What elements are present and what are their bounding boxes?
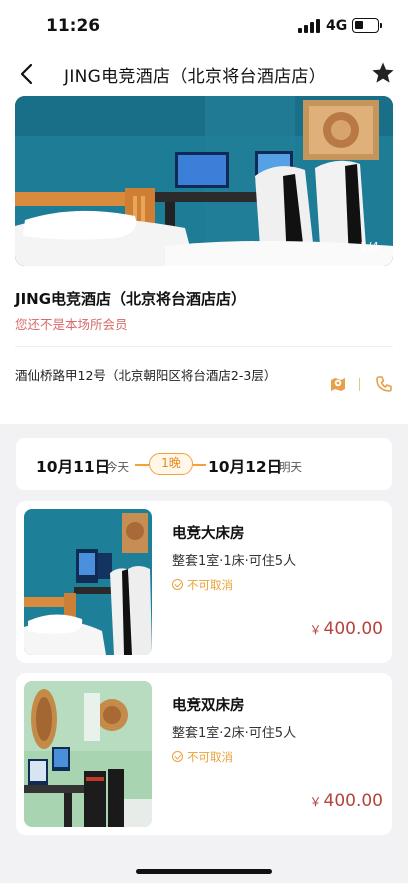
check-in-tag: 今天 [106,460,129,474]
member-status-note: 您还不是本场所会员 [15,317,128,332]
divider [135,464,149,466]
network-type: 4G [326,18,348,34]
price-value: 400.00 [323,619,383,639]
price-value: 400.00 [323,791,383,811]
photo-counter: 1/4 [359,240,379,254]
back-button[interactable] [14,60,42,88]
divider [359,378,360,391]
hotel-photo-carousel[interactable]: 1/4 [15,96,393,266]
cancellation-text: 不可取消 [187,750,233,764]
room-photo-image [24,681,152,827]
check-out-date: 10月12日 [208,458,283,476]
room-card[interactable]: 电竞大床房 整套1室·1床·可住5人 不可取消 ￥ 400.00 [16,501,392,663]
divider [193,464,206,466]
cancellation-policy: 不可取消 [172,577,233,593]
home-indicator [136,869,272,874]
cancellation-text: 不可取消 [187,578,233,592]
room-spec: 整套1室·2床·可住5人 [172,726,297,741]
signal-icon [298,19,320,33]
hotel-photo [15,96,393,266]
check-in-date: 10月11日 [36,458,111,476]
check-circle-icon [172,751,183,762]
room-price: ￥ 400.00 [310,791,384,811]
cancellation-policy: 不可取消 [172,749,233,765]
room-name: 电竞大床房 [172,526,245,542]
hotel-info-card: 1/4 JING电竞酒店（北京将台酒店店） 您还不是本场所会员 酒仙桥路甲12号… [0,94,408,424]
hotel-name: JING电竞酒店（北京将台酒店店） [15,290,247,308]
favorite-button[interactable] [370,60,396,86]
currency-symbol: ￥ [309,623,322,637]
nav-bar: JING电竞酒店（北京将台酒店店） [0,54,408,94]
phone-handset-icon [376,376,392,392]
status-bar: 11:26 4G [0,0,408,54]
room-photo [24,681,152,827]
room-price: ￥ 400.00 [310,619,384,639]
room-name: 电竞双床房 [172,698,245,714]
date-selector[interactable]: 10月11日 今天 1晚 10月12日 明天 [16,438,392,490]
chevron-left-icon [20,63,33,85]
check-circle-icon [172,579,183,590]
divider [15,346,393,347]
room-spec: 整套1室·1床·可住5人 [172,554,297,569]
room-photo-image [24,509,152,655]
phone-icon[interactable] [375,375,393,393]
room-card[interactable]: 电竞双床房 整套1室·2床·可住5人 不可取消 ￥ 400.00 [16,673,392,835]
map-pin-icon [331,378,345,391]
battery-icon [352,18,382,33]
room-photo [24,509,152,655]
map-icon[interactable] [329,375,347,393]
star-icon [372,62,394,83]
nights-badge: 1晚 [149,453,193,475]
currency-symbol: ￥ [309,795,322,809]
hotel-address: 酒仙桥路甲12号（北京朝阳区将台酒店2-3层） [15,368,277,383]
page-title: JING电竞酒店（北京将台酒店店） [64,67,327,87]
status-time: 11:26 [46,16,101,36]
check-out-tag: 明天 [279,460,302,474]
